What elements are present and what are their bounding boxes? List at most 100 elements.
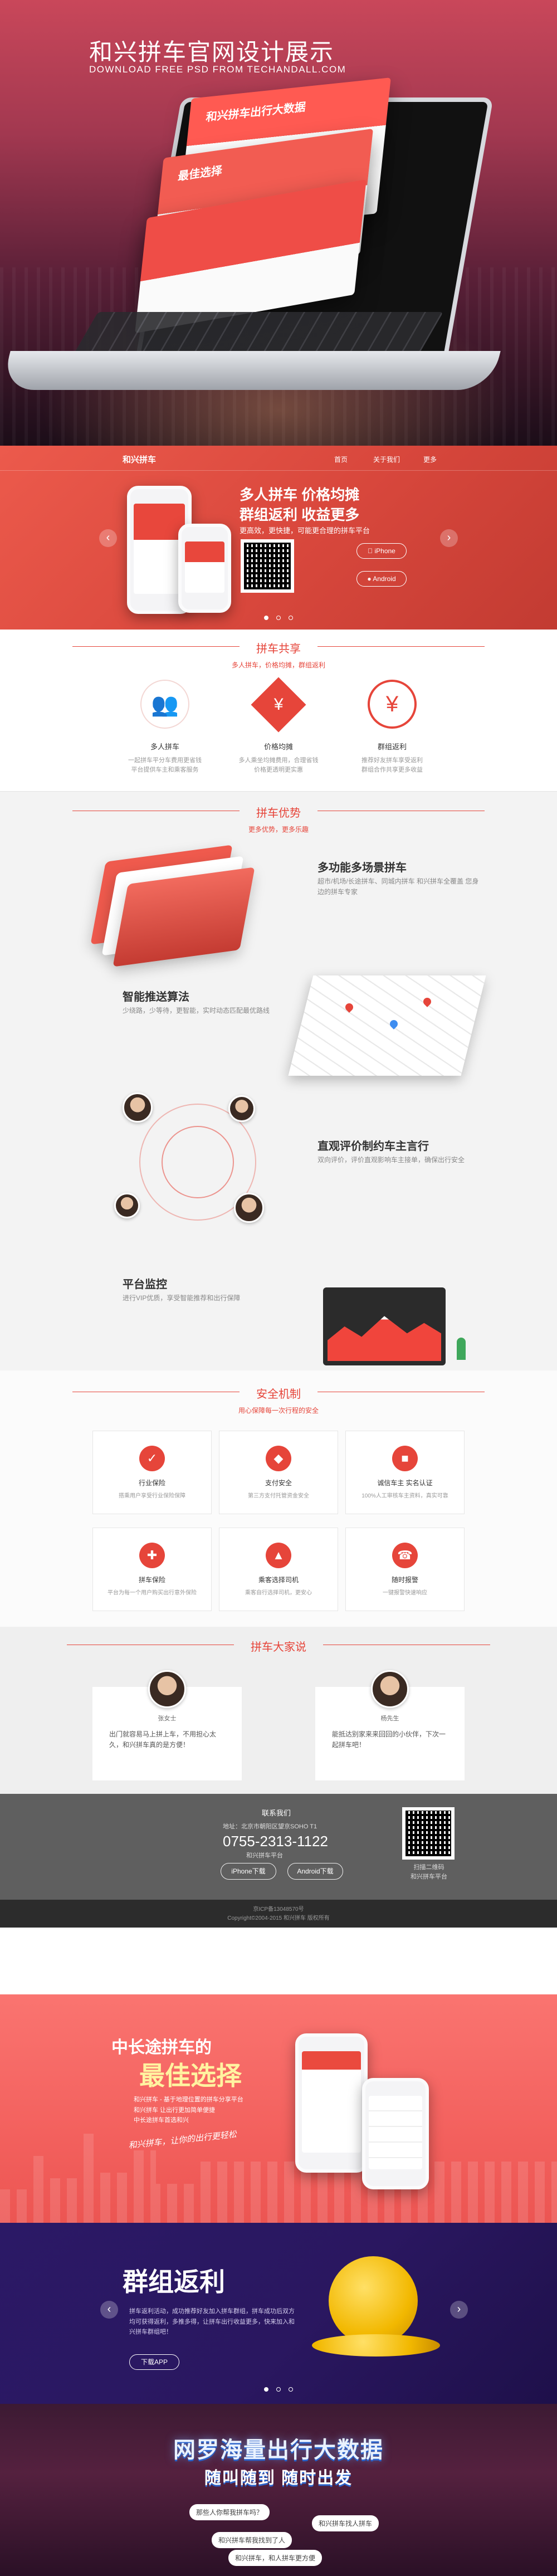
safety-card-title: 支付安全: [265, 1479, 292, 1487]
banner-qr-code: [241, 539, 294, 593]
contact-phone[interactable]: 0755-2313-1122: [223, 1833, 328, 1850]
contact-section: 联系我们 地址：北京市朝阳区望京SOHO T1 0755-2313-1122 和…: [0, 1794, 557, 1900]
advantage-4-title: 平台监控: [123, 1279, 167, 1291]
safety-card: ☎ 随时报警 一键报警快速响应: [345, 1528, 465, 1611]
nav-home[interactable]: 首页: [334, 455, 348, 464]
nav-more[interactable]: 更多: [423, 455, 437, 464]
footer-copyright: Copyright©2004-2015 和兴拼车 版权所有: [227, 1915, 330, 1921]
promo2-next-arrow[interactable]: ›: [450, 2301, 468, 2319]
banner-next-arrow[interactable]: ›: [440, 529, 458, 547]
banner-dot-3[interactable]: [289, 616, 294, 620]
advantage-heading: 拼车优势 更多优势，更多乐趣: [0, 804, 557, 834]
reviews-section: 拼车大家说 张女士 出门就容易马上拼上车，不用担心太久，和兴拼车真的是方便！ 杨…: [0, 1627, 557, 1794]
promo1-slogan: 和兴拼车，让你的出行更轻松: [128, 2129, 237, 2151]
chat-bubble: 和兴拼车，和人拼车更方便: [228, 2550, 323, 2566]
footer: 京ICP备13048570号 Copyright©2004-2015 和兴拼车 …: [0, 1900, 557, 1928]
promo2-dot-3[interactable]: [289, 2387, 294, 2392]
promo2-dot-2[interactable]: [276, 2387, 281, 2392]
safety-card-desc: 搭乘用户享受行业保险保障: [119, 1493, 185, 1499]
reviewer-avatar: [371, 1670, 409, 1708]
promo2-title: 群组返利: [123, 2267, 225, 2296]
user-avatar: [123, 1092, 153, 1123]
floating-page-title: 和兴拼车出行大数据: [205, 101, 306, 124]
rating-ring-inner: [162, 1126, 234, 1198]
city-skyline: [0, 2134, 557, 2223]
contact-qr-code: [402, 1807, 455, 1860]
promo-group-refund: 群组返利 拼车返利活动，成功推荐好友加入拼车群组，拼车成功后双方均可获得返利，多…: [0, 2223, 557, 2404]
advantage-3-title: 直观评价制约车主言行: [317, 1140, 429, 1153]
banner-tagline: 更高效，更快捷，可能更合理的拼车平台: [240, 526, 370, 535]
floating-page-slogan: 最佳选择: [177, 164, 223, 183]
advantage-1-title: 多功能多场景拼车: [317, 862, 407, 874]
shield-icon: ✓: [139, 1446, 165, 1471]
safety-card-title: 行业保险: [138, 1479, 165, 1487]
banner-phone-back: [178, 524, 231, 613]
share-item-desc: 多人乘坐均摊费用，合理省钱 价格更透明更实惠: [238, 757, 319, 773]
share-item-title: 多人拼车: [150, 743, 179, 751]
showcase-subtitle: DOWNLOAD FREE PSD FROM TECHANDALL.COM: [89, 64, 346, 75]
advantage-4-desc: 进行VIP优质，享受智能推荐和出行保障: [123, 1294, 241, 1302]
hero-showcase: 和兴拼车官网设计展示 DOWNLOAD FREE PSD FROM TECHAN…: [0, 0, 557, 446]
plant-icon: [457, 1338, 466, 1360]
safety-card-desc: 乘客自行选择司机，更安心: [245, 1590, 312, 1596]
refund-icon: ¥: [368, 680, 417, 729]
safety-title: 安全机制: [72, 1385, 485, 1401]
share-item-multi: 👥 多人拼车 一起拼车平分车费用更省钱 平台提供车主和乘客服务: [109, 680, 221, 774]
footer-icp: 京ICP备13048570号: [253, 1906, 304, 1913]
promo1-phone-back: [362, 2078, 429, 2189]
banner-prev-arrow[interactable]: ‹: [99, 529, 117, 547]
promo-big-data: 网罗海量出行大数据 随叫随到 随时出发 那些人你帮我拼车吗？ 和兴拼车找人拼车 …: [0, 2404, 557, 2576]
share-item-desc: 一起拼车平分车费用更省钱 平台提供车主和乘客服务: [128, 757, 202, 773]
laptop-base: [1, 351, 501, 390]
route-map-illustration: [288, 975, 486, 1076]
iphone-download-button[interactable]: iPhone下载: [221, 1863, 276, 1880]
review-text: 出门就容易马上拼上车，不用担心太久，和兴拼车真的是方便！: [109, 1730, 217, 1749]
nav-about[interactable]: 关于我们: [373, 455, 400, 464]
main-banner: 和兴拼车 首页 关于我们 更多 ‹ › 多人拼车 价格均摊 群组返利 收益更多 …: [0, 446, 557, 630]
reviews-heading: 拼车大家说: [0, 1638, 557, 1654]
chat-bubble: 那些人你帮我拼车吗？: [189, 2504, 270, 2520]
banner-headline-1: 多人拼车 价格均摊: [240, 486, 360, 503]
user-avatar: [228, 1095, 255, 1122]
share-title: 拼车共享: [72, 640, 485, 656]
iphone-download-button[interactable]:  iPhone: [356, 543, 407, 559]
banner-pagination: [0, 613, 557, 623]
reviewer-name: 杨先生: [380, 1715, 399, 1722]
android-icon: ●: [367, 575, 373, 583]
reviews-title: 拼车大家说: [67, 1638, 490, 1654]
download-app-button[interactable]: 下载APP: [129, 2354, 179, 2370]
chat-bubble: 和兴拼车帮我找到了人: [212, 2532, 292, 2548]
promo2-pagination: [0, 2384, 557, 2394]
advantage-2-desc: 少绕路，少等待，更智能，实时动态匹配最优路线: [123, 1007, 270, 1014]
nav-divider: [0, 470, 557, 471]
promo2-prev-arrow[interactable]: ‹: [100, 2301, 118, 2319]
site-logo[interactable]: 和兴拼车: [123, 453, 156, 465]
contact-label: 联系我们: [262, 1809, 291, 1817]
promo2-dot-1[interactable]: [263, 2387, 268, 2392]
share-item-desc: 推荐好友拼车享受返利 群组合作共享更多收益: [361, 757, 423, 773]
android-download-button[interactable]: Android下载: [287, 1863, 343, 1880]
advantage-section: 拼车优势 更多优势，更多乐趣 多功能多场景拼车 超市/机场/长途拼车、同城内拼车…: [0, 791, 557, 1370]
banner-dot-2[interactable]: [276, 616, 281, 620]
safety-card-desc: 第三方支付托管资金安全: [248, 1493, 309, 1499]
monitor-chart-illustration: [323, 1287, 446, 1365]
reviewer-name: 张女士: [158, 1715, 177, 1722]
safety-card: ▲ 乘客选择司机 乘客自行选择司机，更安心: [219, 1528, 338, 1611]
advantage-3-desc: 双向评价，评价直观影响车主接单，确保出行安全: [317, 1156, 465, 1164]
promo1-title-small: 中长途拼车的: [111, 2038, 212, 2057]
contact-platform: 和兴拼车平台: [246, 1852, 283, 1859]
safety-card-title: 随时报警: [391, 1576, 418, 1584]
user-avatar: [114, 1193, 140, 1218]
banner-dot-1[interactable]: [263, 616, 268, 620]
android-download-button[interactable]: ● Android: [356, 571, 407, 587]
reviewer-avatar: [148, 1670, 186, 1708]
user-avatar: [234, 1193, 264, 1223]
showcase-title: 和兴拼车官网设计展示: [89, 38, 335, 66]
review-card: 杨先生 能抵达别家来来回回的小伙伴，下次一起拼车吧！: [315, 1670, 465, 1780]
safety-card: ✚ 拼车保险 平台为每一个用户购买出行意外保险: [92, 1528, 212, 1611]
price-tag-icon: ¥: [251, 677, 306, 733]
safety-card: ✓ 行业保险 搭乘用户享受行业保险保障: [92, 1431, 212, 1514]
insurance-icon: ✚: [139, 1543, 165, 1568]
advantage-subtitle: 更多优势，更多乐趣: [248, 826, 309, 833]
share-heading: 拼车共享 多人拼车，价格均摊，群组返利: [0, 640, 557, 670]
